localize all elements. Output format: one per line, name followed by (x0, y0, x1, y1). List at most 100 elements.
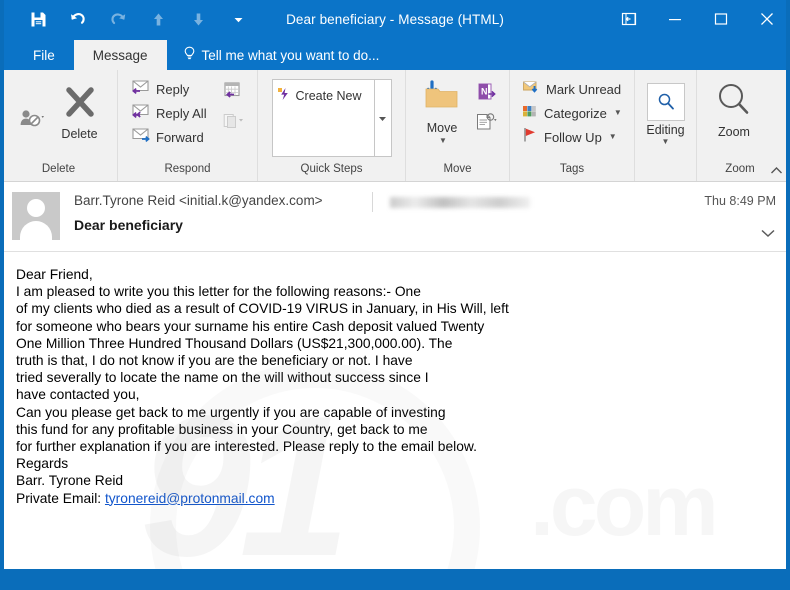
minimize-icon[interactable] (652, 0, 698, 38)
move-button[interactable]: Move ▼ (414, 78, 470, 149)
tags-commands: Mark Unread Categorize ▼ Follow Up ▼ (518, 77, 628, 149)
avatar (12, 192, 60, 240)
header-divider (372, 192, 373, 212)
reply-button[interactable]: Reply (128, 77, 213, 101)
follow-up-button[interactable]: Follow Up ▼ (518, 125, 628, 149)
editing-chevron-down-icon[interactable]: ▼ (662, 138, 670, 146)
tell-me-placeholder: Tell me what you want to do... (201, 47, 380, 63)
close-icon[interactable] (744, 0, 790, 38)
message-subject: Dear beneficiary (74, 217, 183, 233)
ribbon-group-tags-label: Tags (559, 163, 585, 175)
body-line: truth is that, I do not know if you are … (16, 353, 413, 369)
signature-line: Private Email: tyronereid@protonmail.com (16, 490, 774, 507)
ribbon-group-delete: Delete Delete (0, 70, 118, 181)
mark-unread-label: Mark Unread (546, 81, 622, 97)
outlook-message-window: Dear beneficiary - Message (HTML) File M… (0, 0, 790, 590)
save-icon[interactable] (18, 4, 58, 34)
body-line: of my clients who died as a result of CO… (16, 301, 509, 317)
respond-main-commands: Reply Reply All Forward (128, 77, 213, 149)
forward-button[interactable]: Forward (128, 125, 213, 149)
forward-icon (131, 126, 151, 148)
redo-icon[interactable] (98, 4, 138, 34)
previous-item-icon[interactable] (138, 4, 178, 34)
sender-email-link[interactable]: tyronereid@protonmail.com (105, 491, 275, 506)
body-line: have contacted you, (16, 387, 140, 403)
body-line: I am pleased to write you this letter fo… (16, 284, 421, 300)
window-controls (606, 0, 790, 38)
expand-header-chevron-down-icon[interactable] (760, 226, 778, 244)
recipient-redacted (390, 197, 530, 208)
ribbon-group-quick-steps-label: Quick Steps (300, 163, 363, 175)
delete-x-icon (62, 86, 98, 125)
zoom-magnifier-icon (716, 82, 752, 123)
ribbon-group-delete-label: Delete (41, 163, 76, 175)
delete-button[interactable]: Delete (53, 82, 107, 145)
lightbulb-icon (183, 46, 196, 64)
body-line: Barr. Tyrone Reid (16, 473, 124, 489)
reply-all-icon (131, 102, 151, 124)
customize-qat-chevron-down-icon[interactable] (218, 4, 258, 34)
next-item-icon[interactable] (178, 4, 218, 34)
body-line: for someone who bears your surname his e… (16, 318, 485, 334)
rules-icon (474, 112, 498, 137)
editing-button[interactable]: Editing ▼ (636, 80, 694, 149)
mark-unread-button[interactable]: Mark Unread (518, 77, 628, 101)
body-line: Can you please get back to me urgently i… (16, 404, 446, 420)
ribbon-group-respond: Reply Reply All Forward Respond (118, 70, 258, 181)
onenote-button[interactable]: N (472, 80, 500, 108)
maximize-icon[interactable] (698, 0, 744, 38)
move-folder-icon (422, 80, 462, 119)
categorize-button[interactable]: Categorize ▼ (518, 101, 628, 125)
quick-steps-gallery: Create New (271, 79, 392, 157)
ignore-icon (19, 108, 45, 133)
ribbon-group-editing: Editing ▼ (635, 70, 697, 181)
reply-button-label: Reply (156, 81, 190, 97)
collapse-ribbon-chevron-up-icon[interactable] (768, 162, 784, 178)
svg-text:N: N (481, 86, 488, 96)
forward-button-label: Forward (156, 129, 204, 145)
ignore-button[interactable] (11, 82, 53, 137)
tab-file[interactable]: File (14, 40, 74, 70)
tell-me-search[interactable]: Tell me what you want to do... (167, 40, 390, 70)
undo-icon[interactable] (58, 4, 98, 34)
follow-up-label: Follow Up (544, 129, 602, 145)
ribbon-tab-strip: File Message Tell me what you want to do… (0, 38, 790, 70)
ribbon-group-quick-steps: Create New Quick Steps (258, 70, 406, 181)
ribbon-group-tags: Mark Unread Categorize ▼ Follow Up ▼ Tag… (510, 70, 635, 181)
create-new-label: Create New (295, 88, 362, 103)
body-line: for further explanation if you are inter… (16, 439, 477, 455)
reply-all-button-label: Reply All (156, 105, 207, 121)
message-body[interactable]: 91 .com 91 Dear Friend, I am pleased to … (0, 252, 790, 569)
ribbon-group-editing-label (635, 163, 696, 181)
ribbon: Delete Delete Reply Reply All Forward Re… (0, 70, 790, 182)
body-line: Regards (16, 456, 69, 472)
touch-mode-icon[interactable] (606, 0, 652, 38)
zoom-button[interactable]: Zoom (707, 80, 761, 143)
move-extra-commands: N (472, 78, 500, 138)
title-bar: Dear beneficiary - Message (HTML) (0, 0, 790, 38)
reply-all-button[interactable]: Reply All (128, 101, 213, 125)
categorize-label: Categorize (544, 105, 607, 121)
follow-up-chevron-down-icon[interactable]: ▼ (609, 133, 617, 141)
create-new-quick-step[interactable]: Create New (273, 84, 374, 107)
lightning-icon (277, 87, 291, 104)
rules-button[interactable] (472, 110, 500, 138)
quick-steps-more-chevron-down-icon[interactable] (373, 80, 391, 156)
meeting-button[interactable] (219, 79, 247, 107)
ribbon-group-respond-label: Respond (164, 163, 211, 175)
move-chevron-down-icon[interactable]: ▼ (439, 137, 447, 145)
mark-unread-icon (521, 78, 541, 100)
signature-prefix: Private Email: (16, 490, 105, 506)
body-line: One Million Three Hundred Thousand Dolla… (16, 335, 453, 351)
message-meta: Thu 8:49 PM (704, 194, 776, 208)
more-respond-button[interactable] (219, 109, 247, 137)
respond-extra-commands (219, 77, 247, 137)
move-button-label: Move (426, 121, 458, 135)
reply-icon (131, 78, 151, 100)
delete-button-label: Delete (61, 127, 98, 141)
message-date: Thu 8:49 PM (704, 194, 776, 208)
body-line: Dear Friend, (16, 267, 93, 282)
tab-message[interactable]: Message (73, 40, 167, 70)
body-line: this fund for any profitable business in… (16, 421, 428, 437)
categorize-chevron-down-icon[interactable]: ▼ (614, 109, 622, 117)
